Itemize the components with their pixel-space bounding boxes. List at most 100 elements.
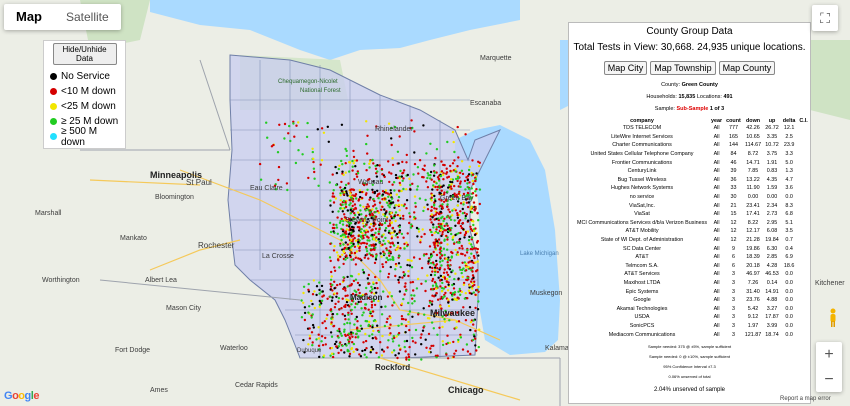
zoom-out-button[interactable]: − [816, 367, 842, 392]
test-location-dot [348, 305, 351, 308]
test-location-dot [468, 181, 471, 184]
test-location-dot [320, 340, 323, 343]
test-location-dot [450, 232, 453, 236]
test-location-dot [345, 192, 348, 195]
test-location-dot [414, 205, 417, 208]
test-location-dot [368, 166, 371, 169]
test-location-dot [459, 180, 462, 183]
test-location-dot [344, 303, 347, 307]
zoom-in-button[interactable]: + [816, 342, 842, 367]
sub-sample-link[interactable]: Sub-Sample [677, 106, 709, 112]
test-location-dot [357, 273, 360, 276]
test-location-dot [369, 254, 373, 257]
table-cell: 0.0 [785, 271, 793, 278]
test-location-dot [439, 241, 443, 244]
test-location-dot [331, 173, 334, 176]
test-location-dot [366, 152, 369, 155]
test-location-dot [430, 209, 433, 212]
test-location-dot [466, 230, 470, 233]
test-location-dot [342, 243, 345, 246]
table-cell: 17.41 [746, 211, 760, 218]
test-location-dot [426, 203, 429, 206]
test-location-dot [413, 294, 416, 297]
test-location-dot [386, 346, 389, 349]
report-map-error-link[interactable]: Report a map error [780, 396, 831, 402]
test-location-dot [469, 320, 473, 324]
column-header-company[interactable]: company [575, 117, 709, 124]
test-location-dot [399, 348, 402, 351]
map-type-map-button[interactable]: Map [4, 4, 54, 30]
test-location-dot [394, 211, 398, 214]
pegman-icon[interactable] [828, 308, 838, 328]
test-location-dot [431, 233, 434, 237]
test-location-dot [292, 122, 295, 125]
test-location-dot [328, 181, 331, 184]
test-location-dot [330, 275, 333, 278]
column-header-delta[interactable]: delta [781, 117, 798, 124]
test-location-dot [358, 249, 361, 252]
test-location-dot [474, 337, 477, 340]
test-location-dot [357, 240, 360, 244]
test-location-dot [412, 173, 415, 176]
test-location-dot [344, 289, 347, 292]
table-cell: no service [629, 194, 655, 201]
table-cell: 0.4 [785, 245, 793, 252]
test-location-dot [329, 259, 332, 263]
test-location-dot [350, 258, 353, 261]
test-location-dot [335, 345, 338, 348]
test-location-dot [457, 277, 460, 280]
test-location-dot [315, 293, 318, 297]
test-location-dot [364, 193, 368, 196]
map-type-satellite-button[interactable]: Satellite [54, 4, 121, 30]
map-township-button[interactable]: Map Township [650, 61, 716, 75]
test-location-dot [445, 342, 448, 346]
test-location-dot [344, 258, 347, 261]
column-header-year[interactable]: year [709, 117, 724, 124]
test-location-dot [390, 211, 393, 215]
test-location-dot [446, 203, 449, 206]
table-cell: All [713, 219, 720, 226]
test-location-dot [349, 188, 352, 192]
hide-unhide-data-button[interactable]: Hide/Unhide Data [52, 43, 117, 65]
fullscreen-button[interactable]: ⛶ [812, 5, 838, 31]
test-location-dot [366, 235, 369, 238]
column-header-count[interactable]: count [724, 117, 743, 124]
test-location-dot [407, 274, 410, 278]
test-location-dot [378, 192, 381, 195]
test-location-dot [397, 189, 401, 192]
table-cell: 7.26 [747, 279, 759, 286]
test-location-dot [408, 310, 412, 313]
test-location-dot [311, 323, 315, 327]
test-location-dot [473, 229, 476, 233]
column-header-ci[interactable]: C.I. [797, 117, 809, 124]
test-location-dot [445, 167, 448, 170]
table-cell: 2.85 [766, 254, 778, 261]
test-location-dot [472, 291, 475, 294]
test-location-dot [441, 215, 444, 218]
table-cell: AT&T [635, 254, 649, 261]
test-location-dot [474, 190, 477, 193]
test-location-dot [395, 335, 398, 338]
map-county-button[interactable]: Map County [718, 61, 776, 75]
test-location-dot [384, 305, 387, 308]
test-location-dot [340, 180, 343, 184]
column-header-down[interactable]: down [743, 117, 764, 124]
test-location-dot [311, 341, 314, 344]
fullscreen-icon: ⛶ [820, 9, 830, 26]
test-location-dot [350, 282, 353, 286]
test-location-dot [377, 356, 381, 359]
table-cell: All [713, 168, 720, 175]
column-header-up[interactable]: up [763, 117, 781, 124]
test-location-dot [389, 258, 392, 261]
test-location-dot [358, 284, 361, 287]
test-location-dot [441, 340, 444, 343]
test-location-dot [348, 170, 351, 173]
map-city-button[interactable]: Map City [603, 61, 648, 75]
test-location-dot [465, 343, 469, 346]
table-cell: 165 [728, 133, 738, 140]
map-label-kitchener: Kitchener [815, 280, 845, 287]
test-location-dot [424, 280, 427, 283]
test-location-dot [348, 332, 351, 335]
test-location-dot [470, 292, 473, 295]
test-location-dot [352, 279, 356, 283]
